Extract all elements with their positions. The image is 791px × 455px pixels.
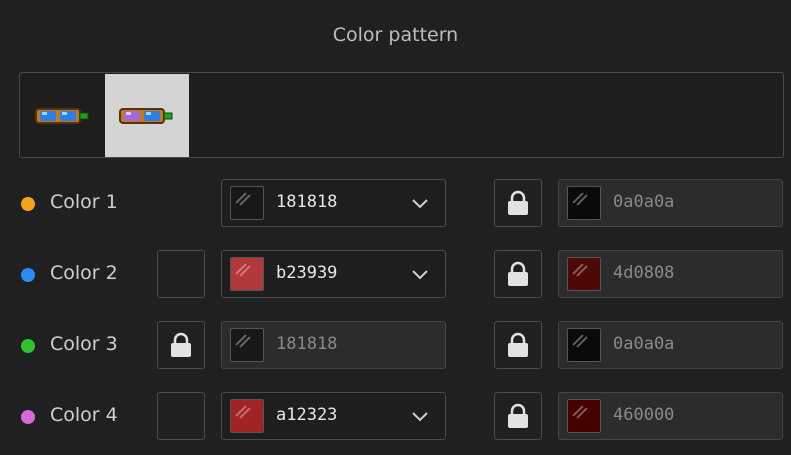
pattern-selector [19,72,784,158]
color-1-shade-lock[interactable] [494,179,542,227]
color-4-shade-field: 460000 [558,392,783,440]
color-2-select[interactable]: b23939 [221,250,446,298]
color-1-shade-swatch [567,186,601,220]
pattern-option-2[interactable] [105,74,189,157]
color-2-shade-lock[interactable] [494,250,542,298]
color-3-hex: 181818 [276,334,338,354]
color-row-2: Color 2 b23939 4d0808 [0,250,791,300]
color-1-dot [21,197,35,211]
color-2-lock-toggle[interactable] [157,250,205,298]
color-1-shade-field: 0a0a0a [558,179,783,227]
color-2-swatch [230,257,264,291]
color-3-shade-hex: 0a0a0a [613,334,675,354]
color-4-shade-swatch [567,399,601,433]
goggles-icon [119,107,173,124]
color-1-shade-hex: 0a0a0a [613,192,675,212]
color-3-lock-toggle[interactable] [157,321,205,369]
chevron-down-icon [412,412,428,422]
color-4-hex: a12323 [276,405,338,425]
color-2-shade-swatch [567,257,601,291]
color-row-3: Color 3 181818 0a0a0a [0,321,791,371]
color-2-label: Color 2 [50,262,118,284]
color-3-dot [21,339,35,353]
lock-icon [508,403,528,428]
color-1-select[interactable]: 181818 [221,179,446,227]
color-1-label: Color 1 [50,191,118,213]
lock-icon [171,332,191,357]
color-2-shade-hex: 4d0808 [613,263,675,283]
color-4-shade-lock[interactable] [494,392,542,440]
goggles-icon [35,107,89,124]
color-3-label: Color 3 [50,333,118,355]
lock-icon [508,332,528,357]
color-4-select[interactable]: a12323 [221,392,446,440]
color-3-shade-field: 0a0a0a [558,321,783,369]
chevron-down-icon [412,270,428,280]
color-row-4: Color 4 a12323 460000 [0,392,791,442]
color-2-dot [21,268,35,282]
color-4-dot [21,410,35,424]
color-1-swatch [230,186,264,220]
color-row-1: Color 1 181818 0a0a0a [0,179,791,229]
chevron-down-icon [412,199,428,209]
color-4-swatch [230,399,264,433]
color-1-hex: 181818 [276,192,338,212]
pattern-option-1[interactable] [21,74,105,157]
color-3-shade-lock[interactable] [494,321,542,369]
color-3-field: 181818 [221,321,446,369]
color-3-swatch [230,328,264,362]
color-pattern-title: Color pattern [332,24,459,46]
color-2-shade-field: 4d0808 [558,250,783,298]
color-4-lock-toggle[interactable] [157,392,205,440]
color-4-label: Color 4 [50,404,118,426]
color-4-shade-hex: 460000 [613,405,675,425]
color-2-hex: b23939 [276,263,338,283]
lock-icon [508,261,528,286]
lock-icon [508,190,528,215]
color-3-shade-swatch [567,328,601,362]
